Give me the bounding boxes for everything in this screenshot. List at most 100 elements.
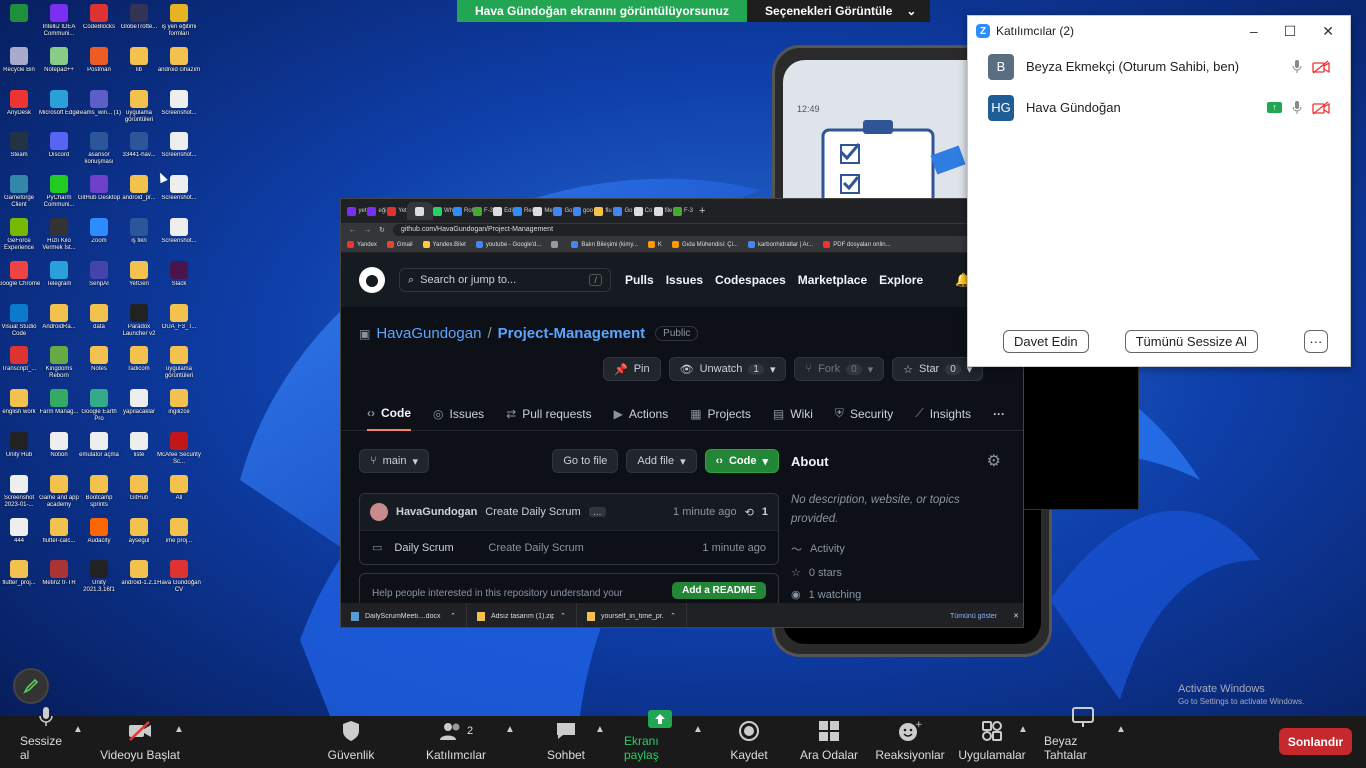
download-item[interactable]: yourself_in_time_pr....zip ⌃ <box>577 603 687 627</box>
ellipsis-icon[interactable]: … <box>588 507 606 517</box>
repo-tab[interactable]: ⟋ Insights <box>915 397 971 431</box>
watching-link[interactable]: ◉ 1 watching <box>791 588 1001 602</box>
browser-tab[interactable] <box>407 202 433 220</box>
desktop-icon[interactable]: McAfee Security Sc... <box>157 432 201 466</box>
desktop-icon[interactable]: Notes <box>80 346 118 373</box>
browser-tab[interactable]: flu <box>593 202 613 220</box>
url-field[interactable]: github.com/HavaGundogan/Project-Manageme… <box>392 224 1001 236</box>
add-readme-button[interactable]: Add a README <box>672 582 766 599</box>
chevron-up-icon[interactable]: ▲ <box>174 724 184 735</box>
repo-tab[interactable]: ▶ Actions <box>614 397 669 431</box>
desktop-icon[interactable]: Hava Gündoğan CV <box>157 560 201 594</box>
chevron-up-icon[interactable]: ▲ <box>505 724 515 735</box>
go-to-file-button[interactable]: Go to file <box>552 449 619 473</box>
desktop-icon[interactable]: android_pr... <box>120 175 158 202</box>
browser-tab[interactable]: Wh <box>433 202 453 220</box>
desktop-icon[interactable] <box>0 4 38 24</box>
desktop-icon[interactable]: Slack <box>160 260 198 288</box>
desktop-icon[interactable]: emulator açma <box>79 432 119 459</box>
view-options-button[interactable]: Seçenekleri Görüntüle ⌄ <box>747 0 931 22</box>
github-nav-link[interactable]: Codespaces <box>715 273 786 287</box>
bookmark-item[interactable]: Gıda Mühendisi: Çi... <box>671 241 738 248</box>
repo-tab[interactable]: ▦ Projects <box>690 397 751 431</box>
bookmark-item[interactable]: Yandex.Bilet <box>422 241 466 248</box>
bookmark-item[interactable]: Gmail <box>386 241 413 248</box>
desktop-icon[interactable]: CodeBlocks <box>80 4 118 31</box>
chevron-up-icon[interactable]: ⌃ <box>670 612 676 620</box>
desktop-icon[interactable]: flutter-calc... <box>40 517 78 545</box>
desktop-icon[interactable]: Google Earth Pro <box>80 389 118 423</box>
bookmark-item[interactable]: karbonhidratlar | Ar... <box>747 241 813 248</box>
mute-button[interactable]: Sessize al <box>20 707 72 768</box>
browser-tab[interactable]: F-3 <box>673 202 693 220</box>
desktop-icon[interactable]: Bootcamp sprints <box>80 474 118 509</box>
repo-tab[interactable]: ◎ Issues <box>433 397 484 431</box>
desktop-icon[interactable]: Game and app academy <box>39 474 79 509</box>
desktop-icon[interactable]: data <box>80 303 118 331</box>
desktop-icon[interactable]: Farm Manag... <box>39 389 79 416</box>
fork-button[interactable]: ⑂ Fork 0 ▾ <box>794 357 885 381</box>
desktop-icon[interactable]: Audacity <box>80 517 118 545</box>
desktop-icon[interactable]: lib <box>120 46 158 74</box>
chevron-up-icon[interactable]: ▲ <box>73 724 83 735</box>
desktop-icon[interactable]: Teams_win... (1) <box>77 89 121 117</box>
desktop-icon[interactable]: english work <box>0 389 38 416</box>
github-nav-link[interactable]: Pulls <box>625 273 654 287</box>
desktop-icon[interactable]: ime proj... <box>160 517 198 545</box>
repo-owner-link[interactable]: HavaGundogan <box>376 325 481 342</box>
browser-tab[interactable]: Co <box>633 202 653 220</box>
commit-message[interactable]: Create Daily Scrum <box>485 506 580 518</box>
start-video-button[interactable]: Videoyu Başlat <box>100 716 180 768</box>
browser-tab[interactable]: Rol <box>453 202 473 220</box>
desktop-icon[interactable]: Hızlı Kilo Vermek İst... <box>40 218 78 252</box>
show-all-link[interactable]: Tümünü göster <box>950 613 1013 620</box>
desktop-icon[interactable]: Recycle Bin <box>0 46 38 74</box>
reactions-button[interactable]: + Reaksiyonlar <box>875 716 945 768</box>
desktop-icon[interactable]: SenpAI <box>80 260 118 288</box>
pin-button[interactable]: 📌 Pin <box>603 357 661 381</box>
desktop-icon[interactable]: flutter_proj... <box>0 560 38 587</box>
browser-tab[interactable]: Edi <box>493 202 513 220</box>
desktop-icon[interactable]: Paradox Launcher v2 <box>120 303 158 338</box>
commit-count[interactable]: 1 <box>762 506 768 518</box>
desktop-icon[interactable]: Transcript_... <box>0 346 38 373</box>
browser-tab[interactable]: F-3 <box>473 202 493 220</box>
apps-button[interactable]: Uygulamalar <box>958 716 1026 768</box>
bookmark-item[interactable]: Balın Bileşimi (kimy... <box>571 241 638 248</box>
browser-tab[interactable]: file <box>653 202 673 220</box>
desktop-icon[interactable]: Metin2 tr-TR <box>40 560 78 587</box>
desktop-icon[interactable]: Screenshot 2023-01-... <box>0 474 38 509</box>
desktop-icon[interactable]: Kingdoms Reborn <box>40 346 78 380</box>
chevron-up-icon[interactable]: ▲ <box>1018 724 1028 735</box>
desktop-icon[interactable]: iş fikri <box>120 218 158 245</box>
more-icon[interactable]: ··· <box>993 397 1005 431</box>
github-nav-link[interactable]: Explore <box>879 273 923 287</box>
chevron-up-icon[interactable]: ▲ <box>595 724 605 735</box>
more-options-button[interactable]: ··· <box>1303 330 1328 353</box>
desktop-icon[interactable]: radicom <box>120 346 158 373</box>
desktop-icon[interactable]: GeForce Experience <box>0 218 38 252</box>
desktop-icon[interactable]: YetGen <box>120 260 158 288</box>
close-icon[interactable]: ✕ <box>1322 23 1334 40</box>
chat-button[interactable]: Sohbet <box>544 716 588 768</box>
annotate-pen-icon[interactable] <box>13 668 49 704</box>
avatar[interactable] <box>370 503 388 521</box>
desktop-icon[interactable]: Gameforge Client <box>0 175 38 209</box>
desktop-icon[interactable]: OUA_F3_T... <box>160 303 198 331</box>
browser-tab[interactable]: yet <box>347 202 367 220</box>
desktop-icon[interactable]: GlobeTrotte... <box>120 4 158 31</box>
desktop-icon[interactable]: Screenshot... <box>160 89 198 117</box>
browser-tab[interactable]: Rei <box>513 202 533 220</box>
desktop-icon[interactable]: 444 <box>0 517 38 545</box>
desktop-icon[interactable]: AndroidRa... <box>40 303 78 331</box>
desktop-icon[interactable]: uygulama görüntüleri <box>120 89 158 124</box>
desktop-icon[interactable]: Zoom <box>80 218 118 245</box>
chevron-up-icon[interactable]: ▲ <box>1116 724 1126 735</box>
add-file-button[interactable]: Add file ▾ <box>626 449 697 473</box>
desktop-icon[interactable]: Screenshot... <box>160 132 198 159</box>
participant-row[interactable]: HG Hava Gündoğan ↑ <box>968 87 1350 128</box>
minimize-icon[interactable]: – <box>1250 23 1258 40</box>
chevron-up-icon[interactable]: ⌃ <box>560 612 566 620</box>
participants-button[interactable]: 2 Katılımcılar <box>424 716 488 768</box>
participant-row[interactable]: B Beyza Ekmekçi (Oturum Sahibi, ben) <box>968 46 1350 87</box>
